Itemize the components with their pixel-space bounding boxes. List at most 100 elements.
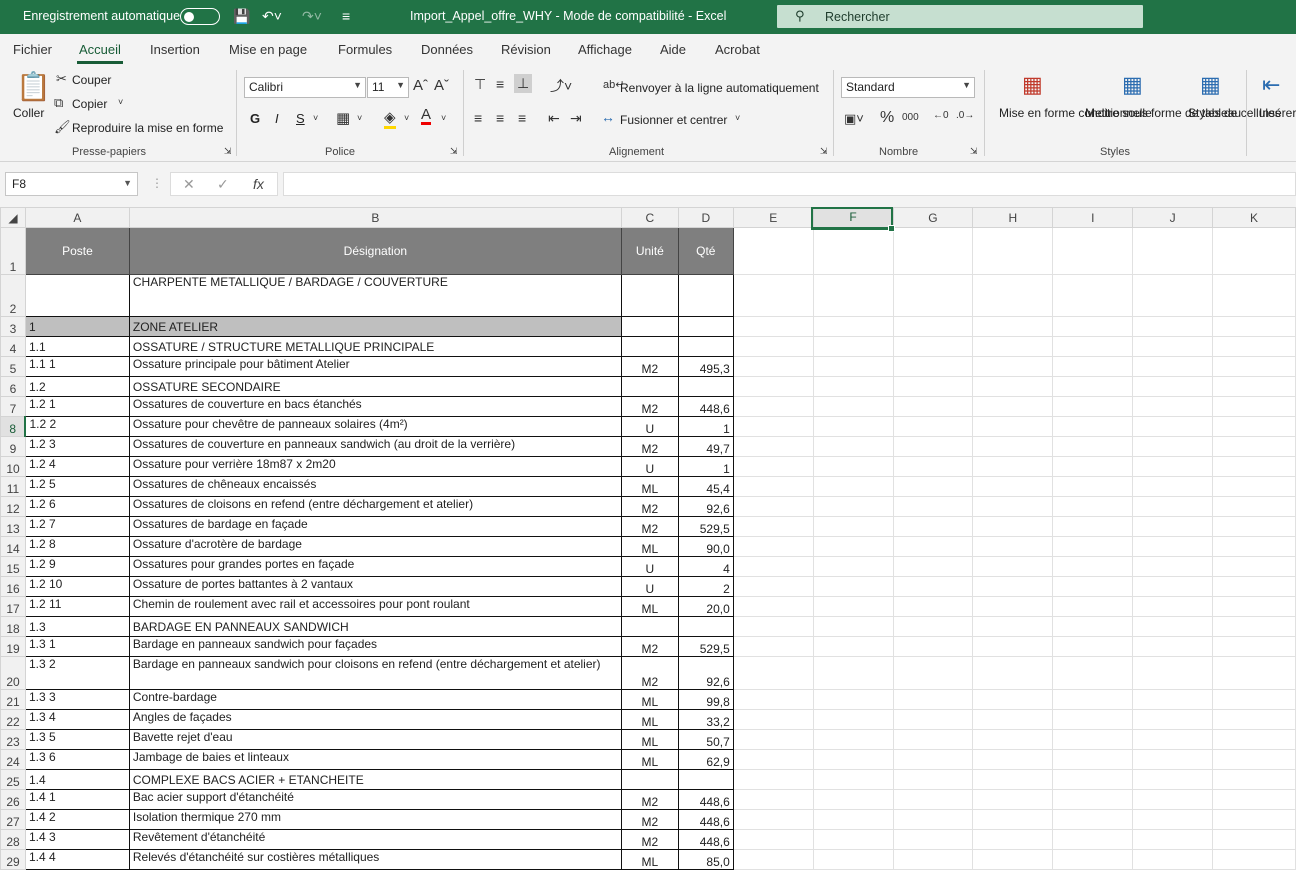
copy-button[interactable]: Copier bbox=[72, 97, 107, 111]
tab-aide[interactable]: Aide bbox=[660, 42, 686, 57]
grid-cell[interactable] bbox=[1212, 536, 1296, 557]
grid-cell[interactable] bbox=[812, 227, 894, 275]
quantity-cell[interactable] bbox=[677, 616, 734, 637]
row-header[interactable]: 17 bbox=[0, 596, 26, 617]
increase-indent-icon[interactable]: ⇥ bbox=[570, 110, 582, 127]
grid-cell[interactable] bbox=[732, 809, 814, 830]
grid-cell[interactable] bbox=[1212, 274, 1296, 317]
paste-icon[interactable]: 📋 bbox=[16, 70, 51, 103]
row-header[interactable]: 29 bbox=[0, 849, 26, 870]
unit-cell[interactable]: M2 bbox=[620, 636, 679, 657]
grid-cell[interactable] bbox=[732, 616, 814, 637]
select-all-corner[interactable]: ◢ bbox=[0, 207, 26, 228]
grid-cell[interactable] bbox=[812, 616, 894, 637]
grid-cell[interactable] bbox=[972, 556, 1054, 577]
grid-cell[interactable] bbox=[812, 516, 894, 537]
cancel-icon[interactable]: ✕ bbox=[183, 176, 195, 193]
unit-cell[interactable] bbox=[620, 316, 679, 337]
unit-cell[interactable]: ML bbox=[620, 709, 679, 730]
column-header[interactable]: I bbox=[1052, 207, 1134, 228]
poste-cell[interactable] bbox=[24, 274, 130, 317]
designation-cell[interactable]: Ossature principale pour bâtiment Atelie… bbox=[128, 356, 622, 377]
grid-cell[interactable] bbox=[972, 456, 1054, 477]
grid-cell[interactable] bbox=[732, 729, 814, 750]
designation-cell[interactable]: Ossatures de cloisons en refend (entre d… bbox=[128, 496, 622, 517]
quantity-cell[interactable] bbox=[677, 769, 734, 790]
designation-cell[interactable]: Angles de façades bbox=[128, 709, 622, 730]
designation-cell[interactable]: Bardage en panneaux sandwich pour cloiso… bbox=[128, 656, 622, 690]
grid-cell[interactable] bbox=[972, 616, 1054, 637]
row-header[interactable]: 8 bbox=[0, 416, 27, 437]
grid-cell[interactable] bbox=[1212, 496, 1296, 517]
unit-cell[interactable]: ML bbox=[620, 536, 679, 557]
grid-cell[interactable] bbox=[892, 636, 974, 657]
grid-cell[interactable] bbox=[732, 576, 814, 597]
column-header[interactable]: A bbox=[24, 207, 130, 228]
insert-cells-button[interactable]: Insérer bbox=[1259, 106, 1296, 120]
quantity-cell[interactable]: 99,8 bbox=[677, 689, 734, 710]
grid-cell[interactable] bbox=[1212, 436, 1296, 457]
grid-cell[interactable] bbox=[1212, 829, 1296, 850]
grid-cell[interactable] bbox=[812, 396, 894, 417]
grid-cell[interactable] bbox=[1212, 576, 1296, 597]
grid-cell[interactable] bbox=[1052, 496, 1134, 517]
quantity-cell[interactable]: 92,6 bbox=[677, 496, 734, 517]
grid-cell[interactable] bbox=[972, 689, 1054, 710]
grid-cell[interactable] bbox=[732, 274, 814, 317]
poste-cell[interactable]: 1.3 5 bbox=[24, 729, 130, 750]
row-header[interactable]: 24 bbox=[0, 749, 26, 770]
unit-cell[interactable]: ML bbox=[620, 476, 679, 497]
grid-cell[interactable] bbox=[1212, 556, 1296, 577]
orientation-icon[interactable]: ⤴˅ bbox=[550, 76, 572, 96]
row-header[interactable]: 20 bbox=[0, 656, 26, 690]
grid-cell[interactable] bbox=[892, 809, 974, 830]
poste-cell[interactable]: 1.2 8 bbox=[24, 536, 130, 557]
unit-cell[interactable] bbox=[620, 336, 679, 357]
grid-cell[interactable] bbox=[732, 689, 814, 710]
grid-cell[interactable] bbox=[1212, 456, 1296, 477]
copy-dropdown-icon[interactable]: ˅ bbox=[118, 97, 123, 107]
grid-cell[interactable] bbox=[892, 516, 974, 537]
grid-cell[interactable] bbox=[812, 416, 894, 437]
increase-font-icon[interactable]: Aˆ bbox=[413, 77, 428, 94]
row-header[interactable]: 26 bbox=[0, 789, 26, 810]
grid-cell[interactable] bbox=[1132, 556, 1214, 577]
grid-cell[interactable] bbox=[972, 536, 1054, 557]
grid-cell[interactable] bbox=[892, 316, 974, 337]
grid-cell[interactable] bbox=[812, 274, 894, 317]
unit-cell[interactable]: M2 bbox=[620, 436, 679, 457]
grid-cell[interactable] bbox=[1212, 516, 1296, 537]
align-left-icon[interactable]: ≡ bbox=[474, 110, 482, 126]
poste-cell[interactable]: 1.1 1 bbox=[24, 356, 130, 377]
grid-cell[interactable] bbox=[972, 496, 1054, 517]
row-header[interactable]: 13 bbox=[0, 516, 26, 537]
grid-cell[interactable] bbox=[732, 829, 814, 850]
unit-cell[interactable]: M2 bbox=[620, 829, 679, 850]
quantity-cell[interactable]: 50,7 bbox=[677, 729, 734, 750]
quantity-cell[interactable]: 20,0 bbox=[677, 596, 734, 617]
unit-cell[interactable] bbox=[620, 769, 679, 790]
quantity-cell[interactable] bbox=[677, 274, 734, 317]
grid-cell[interactable] bbox=[812, 316, 894, 337]
poste-cell[interactable]: 1.2 3 bbox=[24, 436, 130, 457]
align-top-icon[interactable]: ⊤ bbox=[474, 76, 486, 93]
grid-cell[interactable] bbox=[1212, 356, 1296, 377]
poste-cell[interactable]: 1.2 7 bbox=[24, 516, 130, 537]
designation-cell[interactable]: OSSATURE / STRUCTURE METALLIQUE PRINCIPA… bbox=[128, 336, 622, 357]
merge-dropdown-icon[interactable]: ˅ bbox=[735, 113, 740, 123]
grid-cell[interactable] bbox=[732, 636, 814, 657]
designation-cell[interactable]: Ossatures de couverture en panneaux sand… bbox=[128, 436, 622, 457]
grid-cell[interactable] bbox=[1212, 396, 1296, 417]
grid-cell[interactable] bbox=[892, 616, 974, 637]
designation-cell[interactable]: Jambage de baies et linteaux bbox=[128, 749, 622, 770]
decrease-font-icon[interactable]: Aˇ bbox=[434, 77, 449, 94]
grid-cell[interactable] bbox=[972, 596, 1054, 617]
grid-cell[interactable] bbox=[1132, 729, 1214, 750]
row-header[interactable]: 25 bbox=[0, 769, 26, 790]
grid-cell[interactable] bbox=[1052, 729, 1134, 750]
grid-cell[interactable] bbox=[1052, 809, 1134, 830]
grid-cell[interactable] bbox=[732, 227, 814, 275]
grid-cell[interactable] bbox=[812, 749, 894, 770]
grid-cell[interactable] bbox=[732, 396, 814, 417]
grid-cell[interactable] bbox=[1052, 476, 1134, 497]
